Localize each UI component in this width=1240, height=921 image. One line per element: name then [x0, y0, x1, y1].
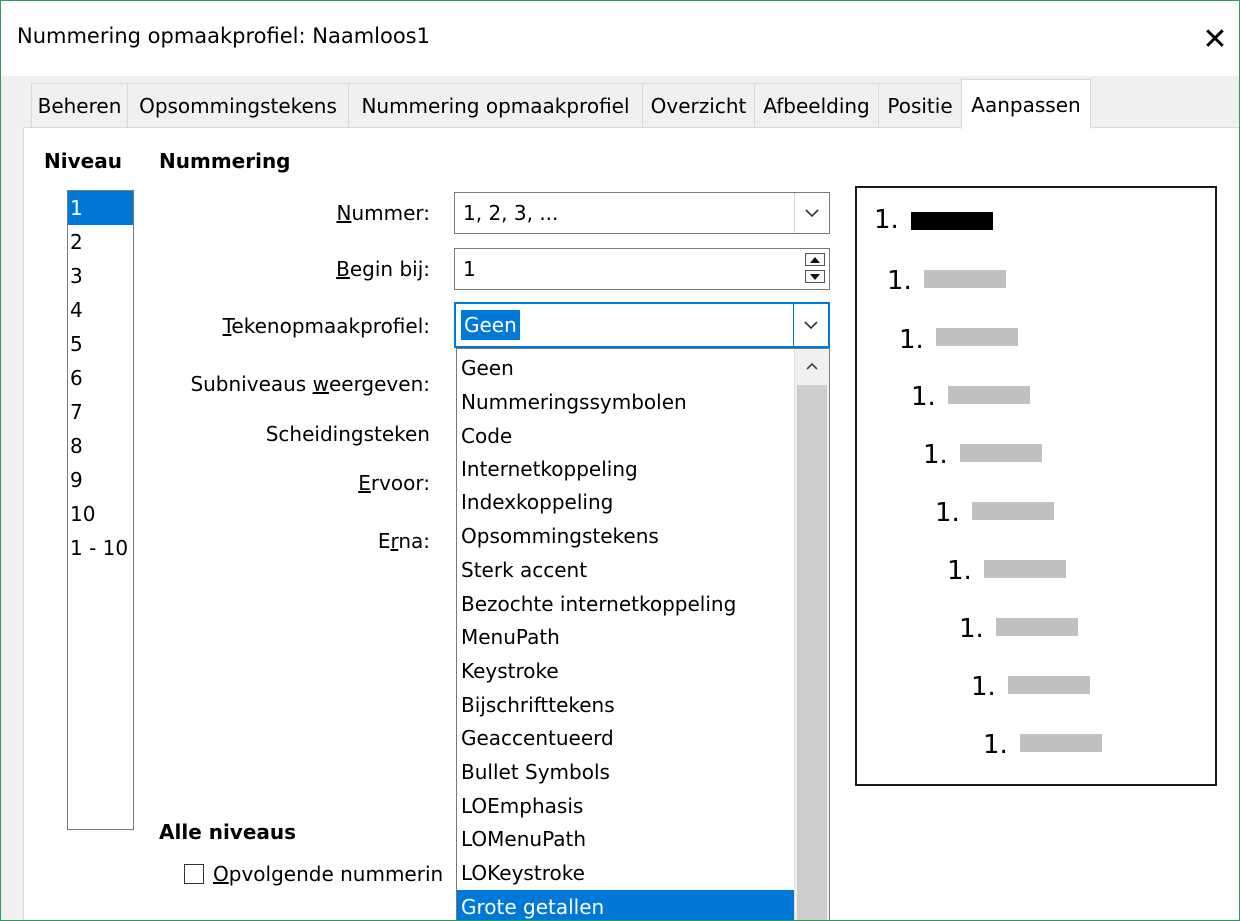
preview-bar — [948, 386, 1030, 404]
dropdown-option[interactable]: LOMenuPath — [457, 822, 795, 856]
tab-opsommingstekens[interactable]: Opsommingstekens — [127, 83, 349, 127]
consecutive-numbering-label: Opvolgende nummerin — [213, 862, 444, 886]
preview-number: 1. — [874, 205, 899, 235]
dropdown-option[interactable]: Geen — [457, 351, 795, 385]
close-button[interactable]: ✕ — [1191, 15, 1239, 63]
after-label: Erna: — [377, 529, 430, 553]
numbering-preview: 1. 1. 1. 1. 1. 1. 1. 1. 1. 1. — [855, 186, 1217, 786]
preview-number: 1. — [971, 672, 996, 702]
all-levels-heading: Alle niveaus — [159, 820, 297, 844]
preview-bar — [936, 328, 1018, 346]
char-style-value: Geen — [461, 310, 520, 340]
level-item[interactable]: 3 — [68, 259, 133, 293]
dropdown-option[interactable]: Indexkoppeling — [457, 485, 795, 519]
level-heading: Niveau — [44, 149, 122, 173]
dropdown-option[interactable]: Opsommingstekens — [457, 519, 795, 553]
char-style-label: Tekenopmaakprofiel: — [222, 314, 430, 338]
chevron-down-icon[interactable] — [794, 193, 829, 233]
preview-number: 1. — [923, 440, 948, 470]
char-style-select[interactable]: Geen — [454, 302, 830, 348]
level-item[interactable]: 7 — [68, 395, 133, 429]
dropdown-option[interactable]: LOEmphasis — [457, 789, 795, 823]
level-item[interactable]: 1 — [68, 191, 133, 225]
before-label: Ervoor: — [358, 471, 430, 495]
preview-bar — [972, 502, 1054, 520]
scrollbar-thumb[interactable] — [797, 385, 827, 920]
char-style-dropdown-list[interactable]: Geen Nummeringssymbolen Code Internetkop… — [456, 348, 830, 920]
level-list[interactable]: 1 2 3 4 5 6 7 8 9 10 1 - 10 — [67, 190, 134, 830]
dropdown-option-highlighted[interactable]: Grote getallen — [457, 890, 795, 920]
number-select[interactable]: 1, 2, 3, ... — [454, 192, 830, 234]
spin-up-icon[interactable] — [805, 253, 825, 266]
numbering-heading: Nummering — [159, 149, 291, 173]
preview-number: 1. — [911, 382, 936, 412]
dropdown-option[interactable]: Geaccentueerd — [457, 721, 795, 755]
preview-bar — [960, 444, 1042, 462]
dropdown-scrollbar[interactable] — [794, 349, 829, 920]
start-at-label: Begin bij: — [336, 257, 430, 281]
tab-positie[interactable]: Positie — [878, 83, 962, 127]
close-icon: ✕ — [1202, 21, 1228, 57]
preview-bar — [1008, 676, 1090, 694]
dropdown-option[interactable]: Bullet Symbols — [457, 755, 795, 789]
dropdown-option[interactable]: Bezochte internetkoppeling — [457, 587, 795, 621]
dropdown-option[interactable]: Keystroke — [457, 654, 795, 688]
tab-aanpassen[interactable]: Aanpassen — [961, 79, 1091, 129]
dropdown-option[interactable]: Code — [457, 419, 795, 453]
scroll-up-icon[interactable] — [795, 349, 829, 383]
level-item[interactable]: 1 - 10 — [68, 531, 133, 565]
sublevels-label: Subniveaus weergeven: — [190, 372, 430, 396]
dropdown-option[interactable]: MenuPath — [457, 620, 795, 654]
chevron-down-icon[interactable] — [793, 304, 828, 346]
separator-label: Scheidingsteken — [265, 422, 430, 446]
consecutive-numbering-checkbox[interactable] — [184, 864, 204, 884]
preview-bar — [984, 560, 1066, 578]
preview-number: 1. — [935, 498, 960, 528]
level-item[interactable]: 8 — [68, 429, 133, 463]
dropdown-option[interactable]: Sterk accent — [457, 553, 795, 587]
level-item[interactable]: 5 — [68, 327, 133, 361]
level-item[interactable]: 9 — [68, 463, 133, 497]
tab-afbeelding[interactable]: Afbeelding — [754, 83, 879, 127]
dropdown-option[interactable]: LOKeystroke — [457, 856, 795, 890]
consecutive-numbering-option[interactable]: Opvolgende nummerin — [184, 859, 443, 889]
spin-down-icon[interactable] — [805, 270, 825, 283]
number-select-value: 1, 2, 3, ... — [463, 201, 559, 225]
preview-number: 1. — [947, 556, 972, 586]
numbering-style-dialog: Nummering opmaakprofiel: Naamloos1 ✕ Beh… — [0, 0, 1240, 921]
dropdown-option[interactable]: Nummeringssymbolen — [457, 385, 795, 419]
preview-number: 1. — [887, 266, 912, 296]
start-at-value: 1 — [463, 257, 476, 281]
dialog-title: Nummering opmaakprofiel: Naamloos1 — [17, 24, 430, 48]
level-item[interactable]: 4 — [68, 293, 133, 327]
preview-number: 1. — [983, 730, 1008, 760]
preview-bar — [924, 270, 1006, 288]
dropdown-option[interactable]: Internetkoppeling — [457, 452, 795, 486]
preview-number: 1. — [899, 325, 924, 355]
title-bar: Nummering opmaakprofiel: Naamloos1 ✕ — [1, 1, 1239, 76]
preview-bar — [911, 212, 993, 230]
preview-bar — [996, 618, 1078, 636]
tab-nummering-opmaakprofiel[interactable]: Nummering opmaakprofiel — [348, 83, 643, 127]
level-item[interactable]: 2 — [68, 225, 133, 259]
preview-number: 1. — [959, 614, 984, 644]
number-label: Nummer: — [336, 201, 430, 225]
dropdown-option[interactable]: Bijschrifttekens — [457, 688, 795, 722]
tab-beheren[interactable]: Beheren — [31, 83, 128, 127]
start-at-spinbox[interactable]: 1 — [454, 248, 830, 290]
preview-bar — [1020, 734, 1102, 752]
level-item[interactable]: 10 — [68, 497, 133, 531]
tab-overzicht[interactable]: Overzicht — [642, 83, 755, 127]
level-item[interactable]: 6 — [68, 361, 133, 395]
spin-buttons[interactable] — [805, 253, 825, 283]
